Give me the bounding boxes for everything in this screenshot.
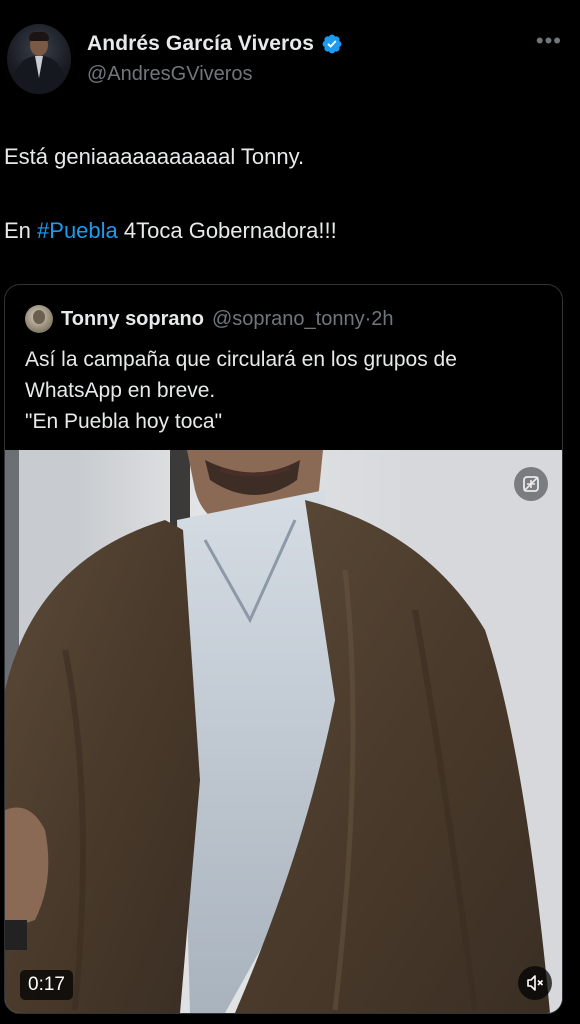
quoted-tweet-header: Tonny soprano @soprano_tonny·2h bbox=[25, 305, 394, 333]
tweet-line-2-prefix: En bbox=[4, 218, 38, 243]
video-player[interactable]: 0:17 bbox=[5, 450, 562, 1013]
quoted-text-line: "En Puebla hoy toca" bbox=[25, 410, 223, 433]
author-avatar[interactable] bbox=[7, 24, 71, 94]
quoted-handle-text[interactable]: @soprano_tonny bbox=[212, 308, 365, 330]
muted-speaker-icon[interactable] bbox=[518, 966, 552, 1000]
tweet-text: Está geniaaaaaaaaaaal Tonny. En #Puebla … bbox=[4, 140, 564, 248]
author-display-name[interactable]: Andrés García Viveros bbox=[87, 32, 314, 56]
author-handle[interactable]: @AndresGViveros bbox=[87, 63, 253, 86]
quoted-author-display-name[interactable]: Tonny soprano bbox=[61, 308, 204, 331]
tweet-line-1: Está geniaaaaaaaaaaal Tonny. bbox=[4, 144, 305, 169]
verified-badge-icon[interactable] bbox=[321, 33, 343, 55]
more-options-icon[interactable]: ••• bbox=[536, 30, 562, 52]
hashtag-link[interactable]: #Puebla bbox=[37, 218, 118, 243]
tweet-line-2-suffix: 4Toca Gobernadora!!! bbox=[117, 218, 337, 243]
quoted-author-avatar[interactable] bbox=[25, 305, 53, 333]
quoted-tweet[interactable]: Tonny soprano @soprano_tonny·2h Así la c… bbox=[4, 284, 563, 1014]
quoted-timestamp[interactable]: 2h bbox=[371, 308, 393, 330]
tweet-header: Andrés García Viveros @AndresGViveros ••… bbox=[0, 0, 580, 110]
tweet-line-2: En #Puebla 4Toca Gobernadora!!! bbox=[4, 214, 564, 248]
video-frame-image bbox=[5, 450, 562, 1013]
quoted-tweet-text: Así la campaña que circulará en los grup… bbox=[25, 344, 545, 437]
author-name-row: Andrés García Viveros bbox=[87, 32, 343, 56]
quoted-text-line: Así la campaña que circulará en los grup… bbox=[25, 348, 457, 371]
video-duration-badge: 0:17 bbox=[20, 970, 73, 1000]
quoted-author-handle: @soprano_tonny·2h bbox=[212, 308, 394, 331]
gif-sticker-icon[interactable] bbox=[514, 467, 548, 501]
quoted-text-line: WhatsApp en breve. bbox=[25, 379, 216, 402]
